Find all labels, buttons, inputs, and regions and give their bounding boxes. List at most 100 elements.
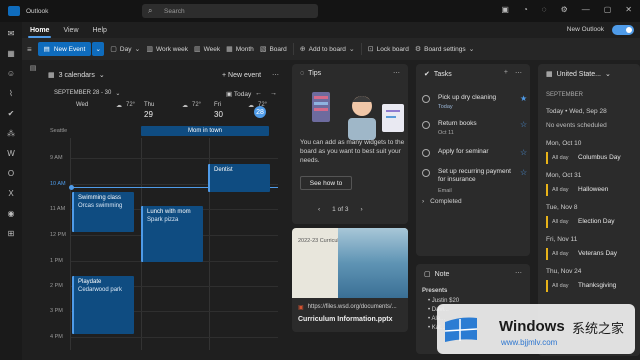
tab-home[interactable]: Home	[27, 27, 52, 38]
task-checkbox[interactable]	[422, 149, 430, 157]
task-checkbox[interactable]	[422, 169, 430, 177]
lock-board-button[interactable]: ⊡ Lock board	[368, 45, 409, 54]
day-header-fri[interactable]: Fri 30	[214, 102, 223, 126]
event-lunch-with-mom[interactable]: Lunch with mom Spark pizza	[141, 206, 203, 262]
new-event-button[interactable]: ▤ New Event	[37, 42, 92, 56]
calendars-selector[interactable]: ▦ 3 calendars ⌄	[48, 71, 105, 80]
day-view-button[interactable]: ▢ Day ⌄	[110, 45, 140, 54]
day-header-thu[interactable]: Thu 29	[144, 102, 154, 126]
word-icon[interactable]: W	[5, 149, 17, 158]
chat-icon[interactable]: ▣	[501, 5, 509, 14]
completed-section[interactable]: › Completed	[422, 198, 462, 205]
see-how-to-button[interactable]: See how to	[300, 176, 352, 190]
week-label: Week	[203, 45, 221, 53]
more-icon[interactable]: ⋯	[515, 69, 522, 77]
board-button[interactable]: ▧ Board	[260, 45, 287, 54]
tips-illustration	[312, 92, 404, 140]
close-icon[interactable]: ✕	[625, 5, 632, 14]
more-icon[interactable]: ⋯	[272, 71, 279, 79]
prev-arrow-icon[interactable]: ←	[255, 90, 262, 97]
holiday-event[interactable]: All day Thanksgiving	[546, 280, 636, 292]
prev-tip-icon[interactable]: ‹	[318, 206, 320, 213]
settings-icon[interactable]: ⚙	[561, 5, 568, 14]
holiday-event[interactable]: All day Columbus Day	[546, 152, 636, 164]
day-label: Mon, Oct 31	[546, 172, 582, 179]
holiday-event[interactable]: All day Halloween	[546, 184, 636, 196]
apps-icon[interactable]: ⊞	[5, 229, 17, 238]
tasks-title: Tasks	[433, 70, 452, 78]
document-widget[interactable]: 2022-23 Curriculum Information ▣ https:/…	[292, 228, 408, 332]
groups-icon[interactable]: ⁂	[5, 129, 17, 138]
day-label: Mon, Oct 10	[546, 140, 582, 147]
empty-day-text: No events scheduled	[546, 122, 607, 129]
time-label: 1 PM	[50, 258, 63, 264]
more-icon[interactable]: ⋯	[515, 269, 522, 277]
new-outlook-toggle[interactable]	[612, 25, 634, 35]
document-url[interactable]: ▣ https://files.wsd.org/documents/...	[298, 304, 397, 311]
task-title: Set up recurring payment for insurance	[438, 168, 511, 183]
attach-icon[interactable]: ⌇	[5, 89, 17, 98]
event-swimming-class[interactable]: Swimming class Orcas swimming	[72, 192, 134, 232]
weather-temp: 72°	[126, 102, 136, 108]
day-header-wed[interactable]: Wed 28	[76, 102, 266, 126]
lock-board-label: Lock board	[376, 45, 409, 53]
holidays-title: United State...	[556, 70, 601, 78]
office-icon[interactable]: ◉	[5, 209, 17, 218]
all-day-event[interactable]: Mom in town	[141, 126, 269, 136]
minimize-icon[interactable]: —	[582, 5, 590, 14]
ribbon-toolbar: ≡ ▤ New Event ⌄ ▢ Day ⌄ ▥ Work week ▥ Week ▦…	[22, 38, 640, 60]
add-to-board-button[interactable]: ⊕ Add to board ⌄	[300, 45, 355, 54]
star-icon[interactable]: ☆	[520, 168, 527, 177]
tab-view[interactable]: View	[63, 27, 78, 34]
event-color-bar	[546, 248, 548, 260]
notifications-icon[interactable]: ◔	[523, 5, 528, 14]
search-box[interactable]: ⌕ Search	[142, 4, 318, 18]
today-button[interactable]: ▣ Today	[226, 90, 251, 98]
tab-help[interactable]: Help	[93, 27, 107, 34]
task-title: Return books	[438, 120, 477, 127]
next-arrow-icon[interactable]: →	[270, 90, 277, 97]
task-checkbox[interactable]	[422, 121, 430, 129]
more-icon[interactable]: ⋯	[393, 69, 400, 77]
collapse-icon[interactable]: ≡	[27, 45, 32, 54]
event-color-bar	[546, 152, 548, 164]
task-title: Pick up dry cleaning	[438, 94, 497, 101]
new-event-dropdown[interactable]: ⌄	[92, 42, 105, 56]
new-event-link[interactable]: + New event	[222, 72, 261, 79]
document-name: Curriculum Information.pptx	[298, 316, 393, 323]
tips-icon[interactable]: ◌	[542, 5, 547, 14]
star-icon[interactable]: ☆	[520, 148, 527, 157]
next-tip-icon[interactable]: ›	[360, 206, 362, 213]
outlook-app-icon[interactable]: O	[5, 169, 17, 178]
todo-icon[interactable]: ✔	[5, 109, 17, 118]
site-watermark: Windows 系统之家 www.bjjmlv.com	[437, 304, 635, 354]
week-button[interactable]: ▥ Week	[194, 45, 221, 54]
holiday-event[interactable]: All day Election Day	[546, 216, 636, 228]
lightbulb-icon: ◌	[300, 70, 305, 77]
mail-icon[interactable]: ✉	[5, 29, 17, 38]
calendar-add-icon: ▤	[43, 46, 50, 53]
date-range[interactable]: SEPTEMBER 28 - 30 ⌄	[54, 90, 120, 97]
month-button[interactable]: ▦ Month	[226, 45, 254, 54]
excel-icon[interactable]: X	[5, 189, 17, 198]
day-label: Day	[119, 45, 132, 53]
holiday-event[interactable]: All day Veterans Day	[546, 248, 636, 260]
title-bar: Outlook ⌕ Search ▣ ◔ ◌ ⚙ — ▢ ✕	[0, 0, 640, 22]
holidays-header[interactable]: ▦ United State... ⌄	[546, 70, 611, 79]
event-playdate[interactable]: Playdate Cedarwood park	[72, 276, 134, 334]
add-task-icon[interactable]: +	[504, 69, 508, 76]
maximize-icon[interactable]: ▢	[604, 5, 612, 14]
expand-icon[interactable]: ▤	[30, 64, 37, 344]
star-icon[interactable]: ☆	[520, 120, 527, 129]
event-title: Lunch with mom	[147, 209, 191, 215]
weather-cloud-icon: ☁	[182, 103, 188, 109]
people-icon[interactable]: ☺	[5, 69, 17, 78]
all-day-label: All day	[552, 283, 569, 289]
task-checkbox[interactable]	[422, 95, 430, 103]
work-week-button[interactable]: ▥ Work week	[146, 45, 188, 54]
event-dentist[interactable]: Dentist	[208, 164, 270, 192]
calendar-icon[interactable]: ▦	[5, 49, 17, 58]
star-filled-icon[interactable]: ★	[520, 94, 527, 103]
board-settings-button[interactable]: ⚙ Board settings ⌄	[415, 45, 475, 54]
tips-pager: ‹ 1 of 3 ›	[318, 206, 363, 213]
